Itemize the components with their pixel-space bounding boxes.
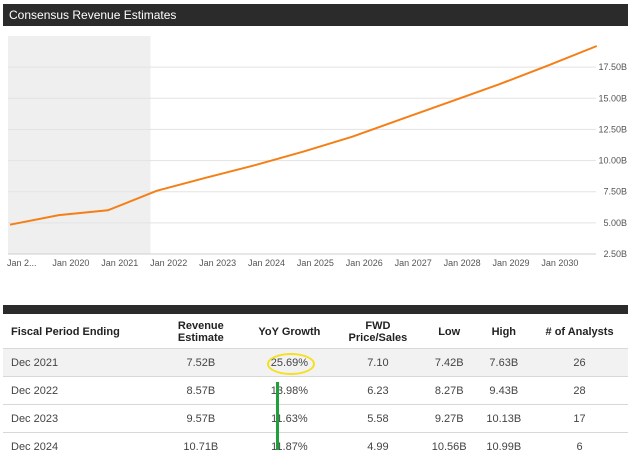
cell-fwd: 4.99 bbox=[334, 433, 422, 460]
cell-period: Dec 2023 bbox=[3, 405, 157, 433]
x-tick-label: Jan 2026 bbox=[346, 258, 383, 268]
x-tick-label: Jan 2023 bbox=[199, 258, 236, 268]
cell-fwd: 6.23 bbox=[334, 377, 422, 405]
cell-low: 9.27B bbox=[422, 405, 477, 433]
col-header-high[interactable]: High bbox=[477, 316, 532, 349]
col-header-fwd[interactable]: FWD Price/Sales bbox=[334, 316, 422, 349]
y-tick-label: 12.50B bbox=[598, 124, 627, 134]
x-tick-label: Jan 2030 bbox=[541, 258, 578, 268]
cell-revenue: 9.57B bbox=[157, 405, 245, 433]
table-row: Dec 2024 10.71B 11.87% 4.99 10.56B 10.99… bbox=[3, 433, 628, 460]
x-tick-label: Jan 2020 bbox=[52, 258, 89, 268]
cell-period: Dec 2021 bbox=[3, 349, 157, 377]
cell-analysts: 6 bbox=[531, 433, 628, 460]
revenue-chart: 2.50B 5.00B 7.50B 10.00B 12.50B 15.00B 17.50B J… bbox=[0, 26, 640, 276]
col-header-low[interactable]: Low bbox=[422, 316, 477, 349]
x-tick-label: Jan 2024 bbox=[248, 258, 285, 268]
x-tick-label: Jan 2028 bbox=[444, 258, 481, 268]
cell-yoy: 25.69% bbox=[245, 349, 334, 377]
cell-yoy: 13.98% bbox=[245, 377, 334, 405]
cell-revenue: 10.71B bbox=[157, 433, 245, 460]
cell-high: 7.63B bbox=[477, 349, 532, 377]
col-header-yoy[interactable]: YoY Growth bbox=[245, 316, 334, 349]
col-header-analysts[interactable]: # of Analysts bbox=[531, 316, 628, 349]
col-header-period[interactable]: Fiscal Period Ending bbox=[3, 316, 157, 349]
cell-fwd: 5.58 bbox=[334, 405, 422, 433]
cell-high: 10.99B bbox=[477, 433, 532, 460]
x-tick-label: Jan 2029 bbox=[492, 258, 529, 268]
y-tick-label: 7.50B bbox=[603, 187, 627, 197]
cell-high: 10.13B bbox=[477, 405, 532, 433]
cell-low: 8.27B bbox=[422, 377, 477, 405]
cell-analysts: 26 bbox=[531, 349, 628, 377]
y-tick-label: 15.00B bbox=[598, 93, 627, 103]
cell-high: 9.43B bbox=[477, 377, 532, 405]
x-tick-label: Jan 2027 bbox=[395, 258, 432, 268]
cell-period: Dec 2022 bbox=[3, 377, 157, 405]
x-tick-label: Jan 2021 bbox=[101, 258, 138, 268]
cell-fwd: 7.10 bbox=[334, 349, 422, 377]
chart-title: Consensus Revenue Estimates bbox=[9, 8, 176, 22]
cell-analysts: 28 bbox=[531, 377, 628, 405]
highlight-circle-annotation bbox=[267, 353, 315, 375]
col-header-revenue[interactable]: Revenue Estimate bbox=[157, 316, 245, 349]
cell-revenue: 7.52B bbox=[157, 349, 245, 377]
y-tick-label: 5.00B bbox=[603, 218, 627, 228]
y-tick-label: 17.50B bbox=[598, 62, 627, 72]
table-row: Dec 2022 8.57B 13.98% 6.23 8.27B 9.43B 2… bbox=[3, 377, 628, 405]
table-row: Dec 2023 9.57B 11.63% 5.58 9.27B 10.13B … bbox=[3, 405, 628, 433]
cell-yoy: 11.63% bbox=[245, 405, 334, 433]
green-bar-annotation bbox=[276, 382, 279, 450]
chart-title-bar: Consensus Revenue Estimates bbox=[3, 4, 628, 26]
y-tick-label: 2.50B bbox=[603, 249, 627, 259]
cell-yoy: 11.87% bbox=[245, 433, 334, 460]
y-tick-label: 10.00B bbox=[598, 156, 627, 166]
cell-low: 7.42B bbox=[422, 349, 477, 377]
cell-revenue: 8.57B bbox=[157, 377, 245, 405]
x-tick-label: Jan 2022 bbox=[150, 258, 187, 268]
cell-analysts: 17 bbox=[531, 405, 628, 433]
cell-low: 10.56B bbox=[422, 433, 477, 460]
cell-period: Dec 2024 bbox=[3, 433, 157, 460]
x-tick-label: Jan 2025 bbox=[297, 258, 334, 268]
table-header-row: Fiscal Period Ending Revenue Estimate Yo… bbox=[3, 316, 628, 349]
x-tick-label: Jan 2... bbox=[7, 258, 37, 268]
estimates-table: Fiscal Period Ending Revenue Estimate Yo… bbox=[3, 316, 628, 460]
table-row: Dec 2021 7.52B 25.69% 7.10 7.42B 7.63B 2… bbox=[3, 349, 628, 377]
table-top-bar bbox=[3, 305, 628, 314]
